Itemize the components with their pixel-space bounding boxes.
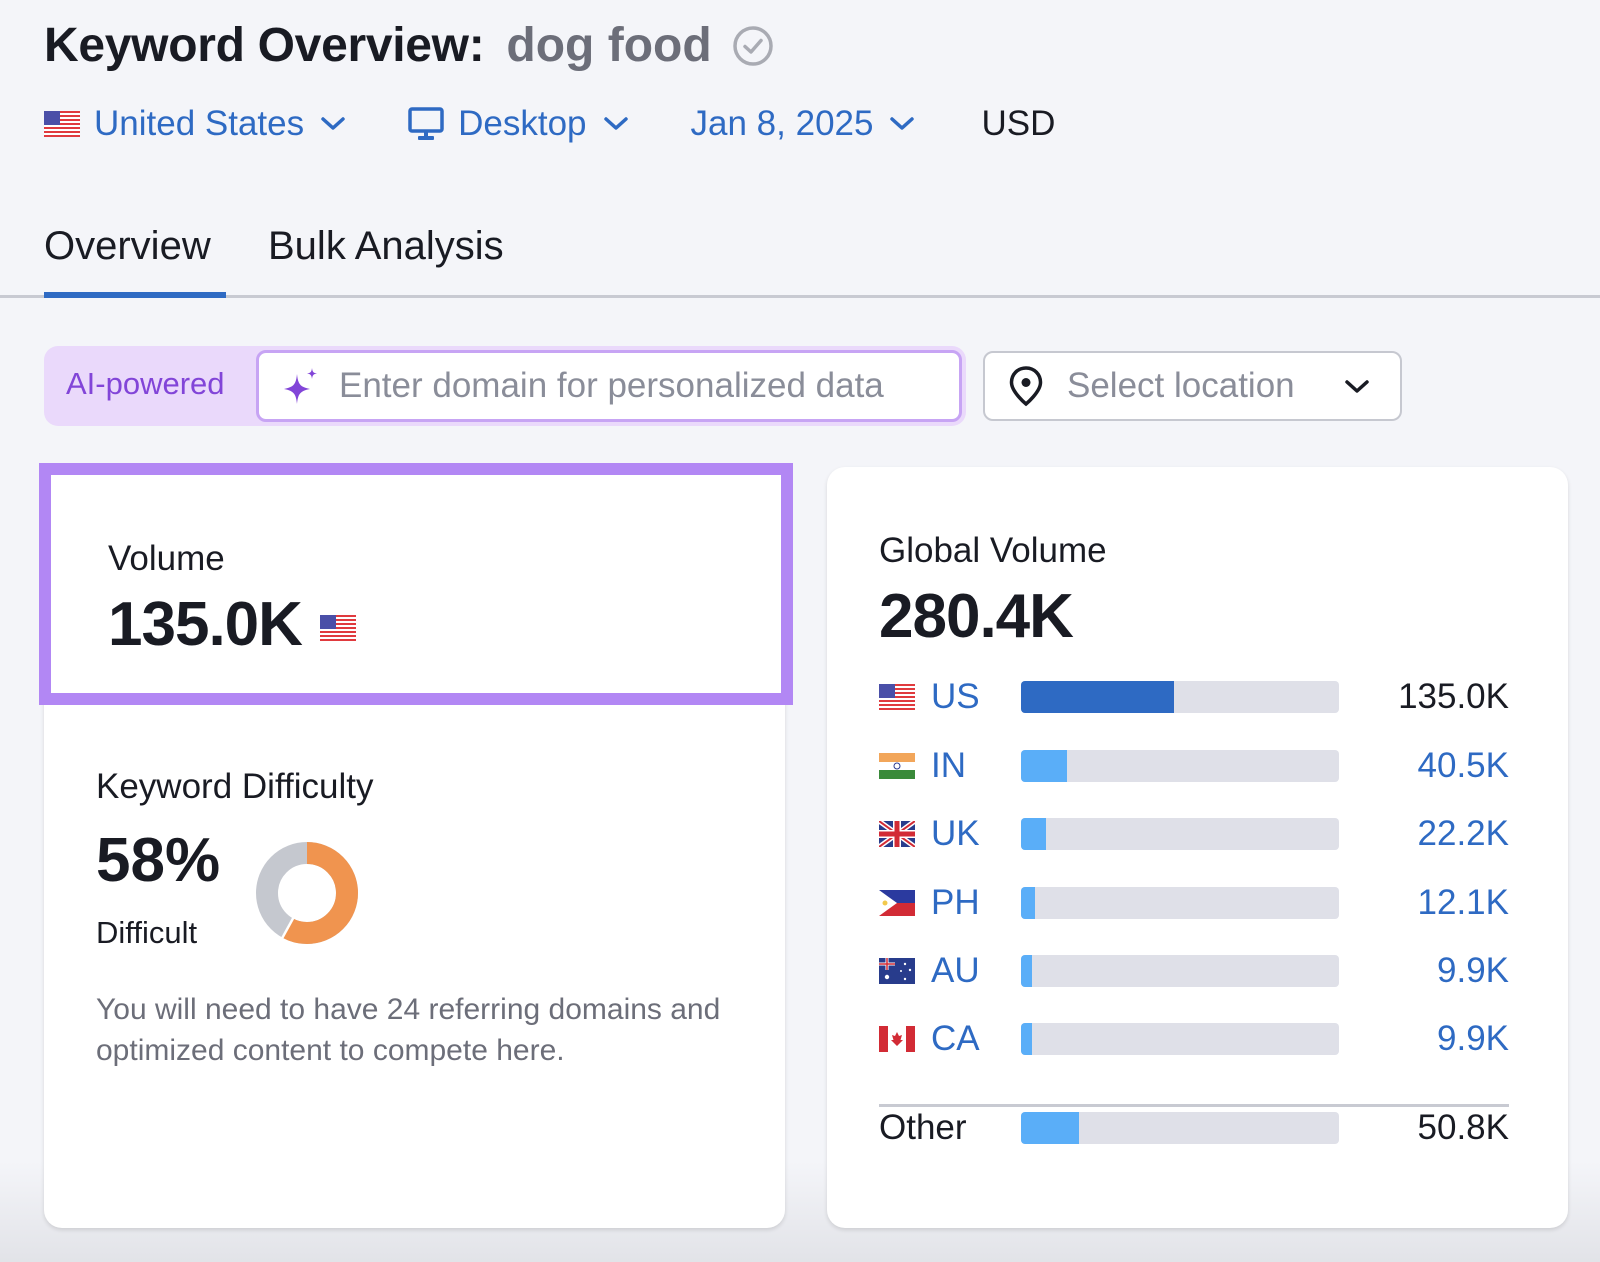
other-label: Other (879, 1108, 967, 1147)
volume-bar-track (1021, 887, 1339, 919)
country-row-ca: CA 9.9K (879, 1017, 1509, 1061)
country-row-uk: UK 22.2K (879, 812, 1509, 856)
difficulty-donut-chart (256, 842, 358, 944)
us-flag-icon (44, 111, 80, 137)
active-tab-indicator (44, 292, 226, 298)
domain-input-wrapper[interactable] (256, 350, 962, 422)
volume-value-row: 135.0K (108, 589, 370, 660)
volume-bar-track (1021, 1023, 1339, 1055)
country-row-au: AU 9.9K (879, 949, 1509, 993)
country-code[interactable]: IN (931, 746, 1021, 786)
volume-label: Volume (108, 539, 225, 578)
country-dropdown[interactable]: United States (44, 104, 346, 144)
country-row-in: IN 40.5K (879, 744, 1509, 788)
volume-value: 135.0K (108, 590, 303, 659)
ca-flag-icon (879, 1026, 915, 1052)
volume-bar-fill (1021, 1023, 1033, 1055)
in-flag-icon (879, 753, 915, 779)
country-row-other-visible: Other 50.8K (879, 1106, 1509, 1150)
chevron-down-icon (1345, 380, 1369, 393)
volume-bar-fill (1021, 681, 1174, 713)
keyword-difficulty-value: 58% (96, 826, 221, 895)
volume-bar-track (1021, 681, 1339, 713)
chevron-down-icon (603, 117, 628, 130)
location-pin-icon (1009, 366, 1043, 407)
tab-overview[interactable]: Overview (44, 218, 211, 298)
location-select[interactable]: Select location (983, 351, 1402, 421)
date-label: Jan 8, 2025 (690, 104, 874, 143)
volume-bar-fill (1021, 887, 1035, 919)
us-flag-icon (319, 614, 356, 641)
filter-bar: United States Desktop Jan 8, 2025 USD (44, 104, 1055, 144)
global-volume-value: 280.4K (879, 582, 1074, 651)
page-title: Keyword Overview: (44, 19, 485, 72)
volume-bar-track (1021, 818, 1339, 850)
us-flag-icon (879, 684, 915, 710)
volume-bar-track (1021, 750, 1339, 782)
keyword-name: dog food (506, 19, 712, 72)
device-dropdown[interactable]: Desktop (408, 104, 628, 144)
date-dropdown[interactable]: Jan 8, 2025 (691, 104, 916, 144)
page-header: Keyword Overview: dog food (44, 18, 774, 73)
ai-domain-panel: AI-powered (44, 346, 966, 426)
country-row-ph: PH 12.1K (879, 881, 1509, 925)
country-volume[interactable]: 9.9K (1437, 951, 1509, 991)
country-code[interactable]: US (931, 677, 1021, 717)
location-placeholder: Select location (1067, 366, 1295, 405)
au-flag-icon (879, 958, 915, 984)
device-label: Desktop (458, 104, 587, 143)
volume-bar-fill (1021, 1112, 1079, 1144)
chevron-down-icon (321, 117, 345, 130)
ai-powered-badge: AI-powered (66, 366, 225, 401)
domain-input[interactable] (339, 366, 939, 406)
volume-bar-fill (1021, 750, 1067, 782)
country-volume: 135.0K (1398, 677, 1509, 716)
desktop-icon (408, 107, 444, 140)
country-code[interactable]: CA (931, 1019, 1021, 1059)
ph-flag-icon (879, 890, 915, 916)
keyword-difficulty-status: Difficult (96, 915, 198, 950)
tab-bulk-analysis[interactable]: Bulk Analysis (268, 218, 504, 298)
country-code[interactable]: AU (931, 951, 1021, 991)
volume-bar-fill (1021, 818, 1047, 850)
volume-bar-track (1021, 955, 1339, 987)
check-circle-icon (732, 25, 773, 66)
currency-label: USD (981, 104, 1056, 143)
keyword-difficulty-label: Keyword Difficulty (96, 767, 374, 806)
volume-card: Volume 135.0K (39, 463, 793, 705)
volume-bar-fill (1021, 955, 1033, 987)
other-volume: 50.8K (1417, 1108, 1509, 1147)
tab-bar: Overview Bulk Analysis (0, 218, 1600, 298)
country-volume[interactable]: 40.5K (1418, 746, 1509, 786)
country-code[interactable]: UK (931, 814, 1021, 854)
uk-flag-icon (879, 821, 915, 847)
country-volume[interactable]: 12.1K (1418, 883, 1509, 923)
country-volume[interactable]: 22.2K (1418, 814, 1509, 854)
sparkle-icon (284, 368, 317, 404)
country-label: United States (94, 104, 305, 143)
keyword-difficulty-description: You will need to have 24 referring domai… (96, 993, 721, 1067)
chevron-down-icon (890, 117, 915, 130)
country-row-us: US 135.0K (879, 675, 1509, 719)
volume-bar-track (1021, 1112, 1339, 1144)
global-volume-label: Global Volume (879, 531, 1107, 570)
country-volume[interactable]: 9.9K (1437, 1019, 1509, 1059)
country-code[interactable]: PH (931, 883, 1021, 923)
